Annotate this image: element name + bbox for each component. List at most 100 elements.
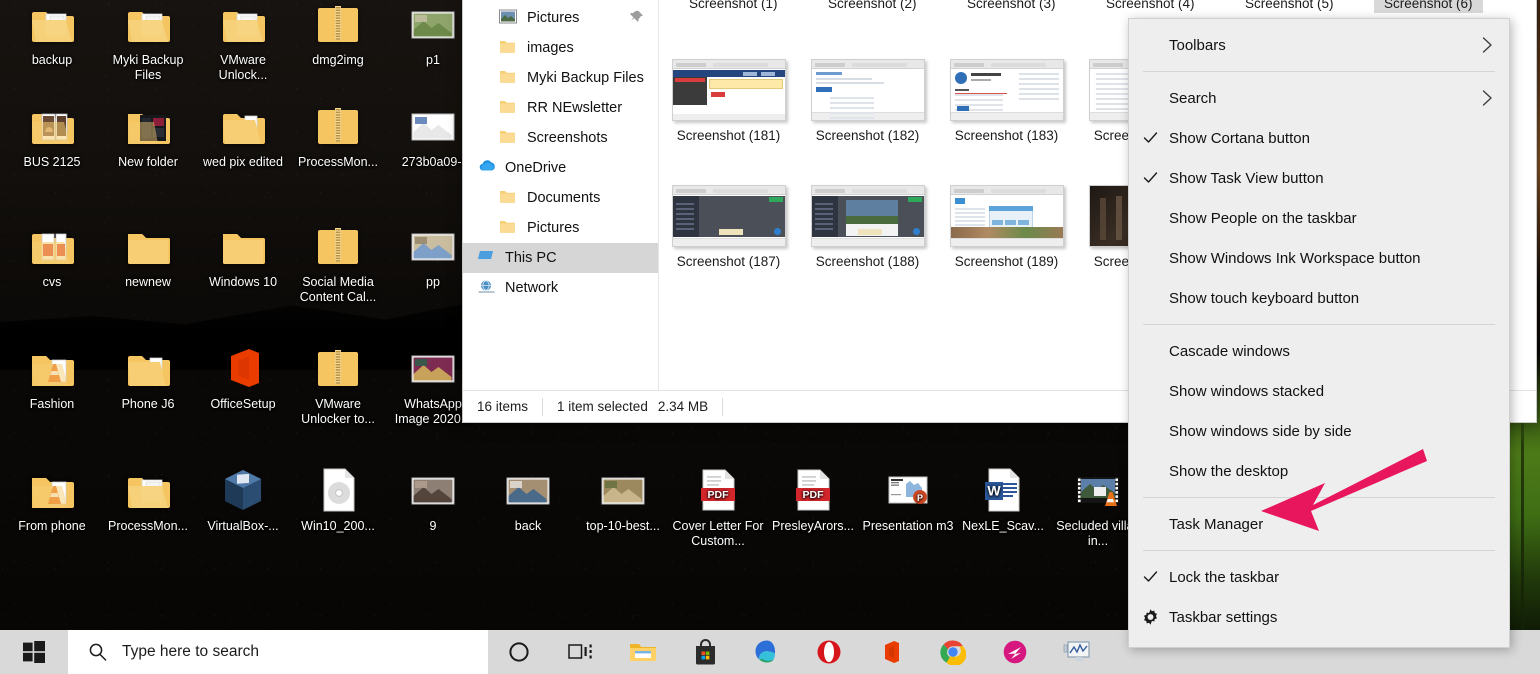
menu-item-show-task-view-button[interactable]: Show Task View button [1129,158,1509,198]
desktop-icon[interactable]: top-10-best... [577,466,669,534]
nav-item-this-pc[interactable]: This PC [463,243,658,273]
picture-icon [499,9,519,27]
menu-item-lock-the-taskbar[interactable]: Lock the taskbar [1129,557,1509,597]
menu-item-show-windows-side-by-side[interactable]: Show windows side by side [1129,411,1509,451]
task-view-button[interactable] [550,630,612,674]
explorer-navigation-pane[interactable]: PicturesimagesMyki Backup FilesRR NEwsle… [463,0,659,390]
desktop-icon-label: From phone [6,519,98,534]
office-button[interactable] [860,630,922,674]
nav-item-pictures[interactable]: Pictures [463,213,658,243]
menu-item-toolbars[interactable]: Toolbars [1129,25,1509,65]
chrome-button[interactable] [922,630,984,674]
nav-item-myki-backup-files[interactable]: Myki Backup Files [463,63,658,93]
desktop-icon[interactable]: dmg2img [292,0,384,68]
folder-icon [219,102,267,150]
desktop-icon[interactable]: VirtualBox-... [197,466,289,534]
file-label-clipped[interactable]: Screenshot (5) [1245,0,1334,11]
desktop-icon[interactable]: wed pix edited [197,102,289,170]
file-label-clipped[interactable]: Screenshot (1) [689,0,778,11]
menu-item-show-windows-ink-workspace-button[interactable]: Show Windows Ink Workspace button [1129,238,1509,278]
desktop-icon[interactable]: OfficeSetup [197,344,289,412]
edge-button[interactable] [736,630,798,674]
menu-item-show-touch-keyboard-button[interactable]: Show touch keyboard button [1129,278,1509,318]
desktop-icon[interactable]: Phone J6 [102,344,194,412]
desktop-icon[interactable]: Fashion [6,344,98,412]
nav-item-rr-newsletter[interactable]: RR NEwsletter [463,93,658,123]
menu-item-label: Lock the taskbar [1169,569,1279,586]
menu-item-taskbar-settings[interactable]: Taskbar settings [1129,597,1509,637]
desktop-icon[interactable]: VMware Unlock... [197,0,289,83]
pin-icon[interactable] [630,10,644,24]
zip-folder-icon [314,344,362,392]
desktop-icon[interactable]: Myki Backup Files [102,0,194,83]
office-icon [877,638,905,666]
desktop-icon[interactable]: cvs [6,222,98,290]
microsoft-store-button[interactable] [674,630,736,674]
desktop-icon[interactable]: WNexLE_Scav... [957,466,1049,534]
menu-item-task-manager[interactable]: Task Manager [1129,504,1509,544]
file-tile[interactable]: Screenshot (181) [659,43,798,143]
taskbar-search-input[interactable]: Type here to search [68,630,488,674]
file-thumbnail [950,185,1064,247]
file-tile-label: Screenshot (187) [659,254,798,269]
menu-item-search[interactable]: Search [1129,78,1509,118]
menu-item-label: Show the desktop [1169,463,1288,480]
desktop-icon-glyph [124,0,172,48]
menu-item-show-the-desktop[interactable]: Show the desktop [1129,451,1509,491]
file-label-clipped[interactable]: Screenshot (4) [1106,0,1195,11]
menu-item-show-people-on-the-taskbar[interactable]: Show People on the taskbar [1129,198,1509,238]
nav-item-onedrive[interactable]: OneDrive [463,153,658,183]
nav-item-label: This PC [505,250,557,266]
menu-item-cascade-windows[interactable]: Cascade windows [1129,331,1509,371]
desktop-icon[interactable]: newnew [102,222,194,290]
folder-icon [124,0,172,48]
desktop-icon[interactable]: PDFCover Letter For Custom... [672,466,764,549]
desktop-icon[interactable]: back [482,466,574,534]
desktop-icon-label: Windows 10 [197,275,289,290]
folder-icon [124,466,172,514]
opera-button[interactable] [798,630,860,674]
desktop-icon-glyph [219,102,267,150]
nav-item-images[interactable]: images [463,33,658,63]
powerpoint-file-icon: P [884,466,932,514]
desktop-icon[interactable]: ProcessMon... [292,102,384,170]
nav-item-network[interactable]: Network [463,273,658,303]
file-tile[interactable]: Screenshot (187) [659,169,798,269]
file-tile[interactable]: Screenshot (188) [798,169,937,269]
desktop-icon[interactable]: backup [6,0,98,68]
zip-folder-icon [314,0,362,48]
file-label-clipped[interactable]: Screenshot (3) [967,0,1056,11]
menu-item-show-cortana-button[interactable]: Show Cortana button [1129,118,1509,158]
file-tile[interactable]: Screenshot (183) [937,43,1076,143]
menu-item-show-windows-stacked[interactable]: Show windows stacked [1129,371,1509,411]
file-label-clipped[interactable]: Screenshot (2) [828,0,917,11]
picture-icon [499,9,517,24]
taskbar-context-menu[interactable]: Toolbars SearchShow Cortana buttonShow Ta… [1128,18,1510,648]
desktop-icon[interactable]: PDFPresleyArors... [767,466,859,534]
desktop-icon[interactable]: New folder [102,102,194,170]
desktop-icon[interactable]: PPresentation m3 [862,466,954,534]
desktop-icon[interactable]: ProcessMon... [102,466,194,534]
chrome-icon [940,639,966,665]
desktop-icon[interactable]: From phone [6,466,98,534]
nav-item-screenshots[interactable]: Screenshots [463,123,658,153]
file-explorer-button[interactable] [612,630,674,674]
file-tile[interactable]: Screenshot (182) [798,43,937,143]
desktop-icon[interactable]: Social Media Content Cal... [292,222,384,305]
opera-icon [816,639,842,665]
desktop-icon[interactable]: VMware Unlocker to... [292,344,384,427]
desktop-icon[interactable]: 9 [387,466,479,534]
desktop-icon-label: 9 [387,519,479,534]
desktop-icon-glyph [28,222,76,270]
performance-monitor-button[interactable] [1046,630,1108,674]
nav-item-pictures[interactable]: Pictures [463,3,658,33]
nav-item-documents[interactable]: Documents [463,183,658,213]
file-tile[interactable]: Screenshot (189) [937,169,1076,269]
file-label-clipped[interactable]: Screenshot (6) [1374,0,1483,13]
resilio-button[interactable] [984,630,1046,674]
cortana-button[interactable] [488,630,550,674]
start-button[interactable] [0,630,68,674]
desktop-icon[interactable]: Win10_200... [292,466,384,534]
desktop-icon[interactable]: BUS 2125 [6,102,98,170]
desktop-icon[interactable]: Windows 10 [197,222,289,290]
